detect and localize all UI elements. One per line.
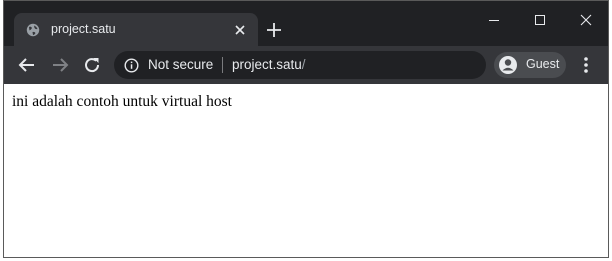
forward-arrow-icon[interactable] <box>49 54 71 76</box>
new-tab-icon[interactable] <box>265 21 283 39</box>
tab-title: project.satu <box>51 22 116 36</box>
back-arrow-icon[interactable] <box>16 54 38 76</box>
avatar-icon <box>498 55 518 75</box>
profile-label: Guest <box>526 57 560 71</box>
title-bar: project.satu <box>4 1 608 46</box>
address-bar[interactable]: Not secure project.satu/ <box>114 51 486 79</box>
browser-toolbar: Not secure project.satu/ Guest <box>4 46 608 84</box>
url-host: project.satu <box>232 57 302 72</box>
close-tab-icon[interactable] <box>232 22 248 38</box>
globe-icon <box>26 23 40 37</box>
page-content: ini adalah contoh untuk virtual host <box>4 84 608 257</box>
page-body-text: ini adalah contoh untuk virtual host <box>12 93 232 110</box>
minimize-button[interactable] <box>471 7 517 33</box>
address-bar-divider <box>222 57 223 73</box>
url-path: / <box>301 57 306 72</box>
maximize-icon <box>535 15 545 25</box>
close-icon <box>580 14 592 26</box>
security-status-label[interactable]: Not secure <box>148 57 213 72</box>
more-menu-icon[interactable] <box>579 55 593 75</box>
browser-window: project.satu Not secure project.satu/ Gu… <box>3 0 609 258</box>
minimize-icon <box>489 20 499 21</box>
maximize-button[interactable] <box>517 7 563 33</box>
info-icon[interactable] <box>124 58 139 73</box>
reload-icon[interactable] <box>81 54 103 76</box>
tab-project-satu[interactable]: project.satu <box>14 13 258 46</box>
url-text[interactable]: project.satu/ <box>232 57 306 72</box>
close-window-button[interactable] <box>563 7 608 33</box>
profile-button[interactable]: Guest <box>494 52 566 78</box>
